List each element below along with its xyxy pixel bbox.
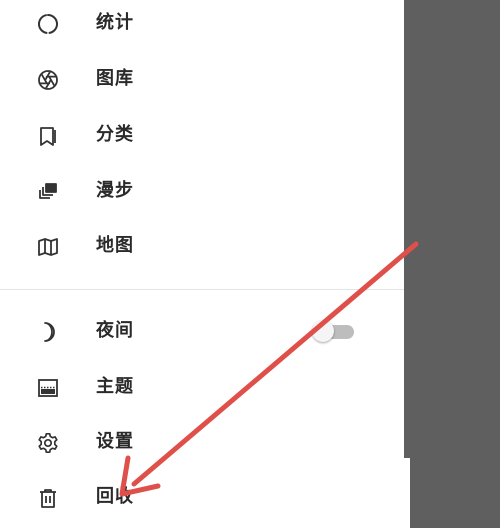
menu-item-label: 设置 (96, 431, 134, 452)
map-icon (36, 235, 60, 259)
night-mode-toggle[interactable] (312, 320, 354, 342)
menu-item-label: 漫步 (96, 180, 134, 201)
menu-item-map[interactable]: 地图 (0, 227, 404, 267)
menu-item-label: 图库 (96, 68, 134, 89)
menu-item-label: 分类 (96, 124, 134, 145)
menu-item-roam[interactable]: 漫步 (0, 172, 404, 212)
toggle-thumb (312, 320, 334, 342)
theme-icon (36, 376, 60, 400)
trash-icon (36, 486, 60, 510)
menu-item-label: 夜间 (96, 320, 134, 341)
menu-item-label: 统计 (96, 12, 134, 33)
drawer-scrim-overlay[interactable] (404, 0, 500, 528)
menu-item-gallery[interactable]: 图库 (0, 60, 404, 100)
menu-item-label: 地图 (96, 235, 134, 256)
menu-item-settings[interactable]: 设置 (0, 423, 404, 463)
bookmark-icon (36, 124, 60, 148)
menu-item-theme[interactable]: 主题 (0, 368, 404, 408)
navigation-drawer: 统计 图库 分类 漫步 地图 夜间 主题 设置 回收 (0, 0, 404, 528)
menu-divider (0, 289, 404, 290)
menu-item-recycle-bin[interactable]: 回收 (0, 478, 404, 518)
menu-item-label: 主题 (96, 376, 134, 397)
gear-icon (36, 431, 60, 455)
menu-item-category[interactable]: 分类 (0, 116, 404, 156)
stats-ring-icon (36, 12, 60, 36)
moon-icon (36, 320, 60, 344)
aperture-icon (36, 68, 60, 92)
menu-item-stats[interactable]: 统计 (0, 4, 404, 44)
slides-stack-icon (36, 180, 60, 204)
scrim-edge (404, 458, 410, 528)
menu-item-label: 回收 (96, 486, 134, 507)
